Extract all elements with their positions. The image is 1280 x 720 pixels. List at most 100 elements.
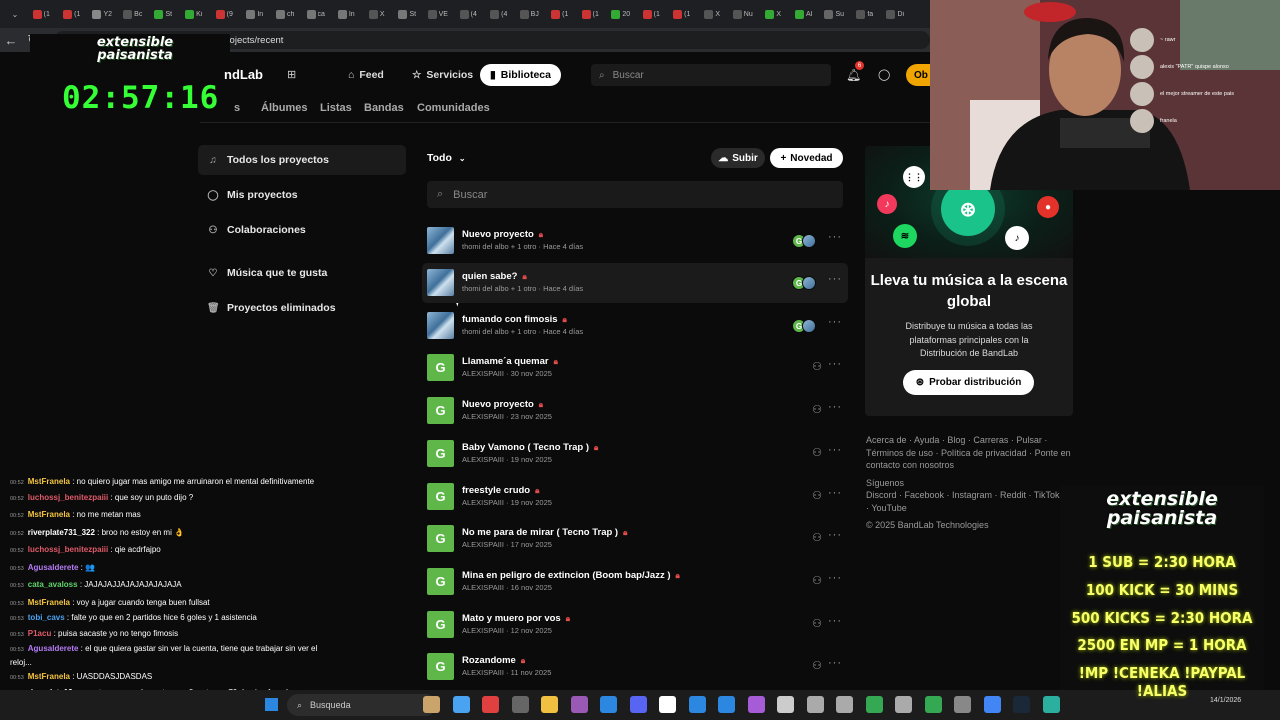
project-row[interactable]: fumando con fimosis 🔒︎ thomi del albo + 1 … xyxy=(422,306,848,346)
collaborate-icon[interactable]: ⚇ xyxy=(812,403,822,416)
windows-start-icon[interactable] xyxy=(264,697,279,712)
collaborator-avatars[interactable]: G xyxy=(792,234,816,248)
taskbar-app-icon[interactable] xyxy=(895,696,912,713)
taskbar-app-icon[interactable] xyxy=(659,696,676,713)
taskbar-app-icon[interactable] xyxy=(629,696,647,713)
project-title[interactable]: Mina en peligro de extincion (Boom bap/J… xyxy=(462,570,680,581)
project-row[interactable]: Nuevo proyecto 🔒︎ thomi del albo + 1 otro … xyxy=(422,221,848,261)
collaborate-icon[interactable]: ⚇ xyxy=(812,574,822,587)
browser-tab[interactable]: St xyxy=(148,4,179,24)
upload-button[interactable]: ☁ Subir xyxy=(711,148,765,168)
more-options-icon[interactable]: ··· xyxy=(828,657,842,669)
browser-tab[interactable]: Y2 xyxy=(87,4,118,24)
sidebar-item[interactable]: ♡ Música que te gusta xyxy=(198,258,406,288)
browser-tab[interactable]: Di xyxy=(880,4,911,24)
taskbar-app-icon[interactable] xyxy=(1042,696,1060,713)
nav-feed[interactable]: ⌂ Feed xyxy=(338,64,394,86)
project-title[interactable]: Llamame´a quemar 🔒︎ xyxy=(462,356,558,367)
sidebar-item[interactable]: 🗑︎ Proyectos eliminados xyxy=(198,293,406,323)
subnav-tab[interactable]: Álbumes xyxy=(261,102,307,114)
taskbar-app-icon[interactable] xyxy=(924,696,942,713)
more-options-icon[interactable]: ··· xyxy=(828,615,842,627)
browser-tab[interactable]: (1 xyxy=(26,4,57,24)
browser-tab[interactable]: (1 xyxy=(57,4,88,24)
project-title[interactable]: Nuevo proyecto 🔒︎ xyxy=(462,399,543,410)
collaborator-avatars[interactable]: G xyxy=(792,319,816,333)
browser-tab[interactable]: (4 xyxy=(453,4,484,24)
browser-tab[interactable]: 20 xyxy=(606,4,637,24)
footer-social-links[interactable]: Discord · Facebook · Instagram · Reddit … xyxy=(866,489,1076,514)
project-row[interactable]: Gfreestyle crudo 🔒︎ ALEXISPAIII · 19 nov 2… xyxy=(422,477,848,517)
more-options-icon[interactable]: ··· xyxy=(828,444,842,456)
browser-tab[interactable]: ca xyxy=(301,4,332,24)
taskbar-app-icon[interactable] xyxy=(482,696,499,713)
subnav-tab[interactable]: Bandas xyxy=(364,102,404,114)
subnav-tab[interactable]: Comunidades xyxy=(417,102,490,114)
project-row[interactable]: quien sabe? 🔒︎ thomi del albo + 1 otro · H… xyxy=(422,263,848,303)
browser-tab[interactable]: (9 xyxy=(209,4,240,24)
project-row[interactable]: G Mina en peligro de extincion (Boom bap/… xyxy=(422,562,848,602)
taskbar-app-icon[interactable] xyxy=(777,696,794,713)
taskbar-app-icon[interactable] xyxy=(600,696,617,713)
browser-tab[interactable]: In xyxy=(240,4,271,24)
project-title[interactable]: Mato y muero por vos 🔒︎ xyxy=(462,613,570,624)
project-title[interactable]: Baby Vamono ( Tecno Trap ) 🔒︎ xyxy=(462,442,598,453)
browser-tab[interactable]: Su xyxy=(819,4,850,24)
project-title[interactable]: No me para de mirar ( Tecno Trap ) 🔒︎ xyxy=(462,527,627,538)
project-row[interactable]: G No me para de mirar ( Tecno Trap ) 🔒︎ ALE… xyxy=(422,519,848,559)
collaborate-icon[interactable]: ⚇ xyxy=(812,617,822,630)
browser-tab[interactable]: (4 xyxy=(484,4,515,24)
browser-tab[interactable]: St xyxy=(392,4,423,24)
browser-tab[interactable]: VE xyxy=(423,4,454,24)
project-title[interactable]: Nuevo proyecto 🔒︎ xyxy=(462,229,543,240)
project-row[interactable]: G Rozandome 🔒︎ ALEXISPAIII · 11 nov 2025 ⚇ ··… xyxy=(422,647,848,687)
taskbar-app-icon[interactable] xyxy=(688,696,706,713)
nav-library[interactable]: ▮ Biblioteca xyxy=(480,64,561,86)
taskbar-app-icon[interactable] xyxy=(747,696,765,713)
try-distribution-button[interactable]: ⊛ Probar distribución xyxy=(903,370,1034,395)
nav-services[interactable]: ☆ Servicios xyxy=(402,64,483,86)
browser-tab[interactable]: BJ xyxy=(514,4,545,24)
sidebar-item[interactable]: ♫ Todos los proyectos xyxy=(198,145,406,175)
browser-tab[interactable]: fa xyxy=(850,4,881,24)
message-icon[interactable]: ◯ xyxy=(878,68,890,81)
collaborate-icon[interactable]: ⚇ xyxy=(812,531,822,544)
more-options-icon[interactable]: ··· xyxy=(828,358,842,370)
collaborate-icon[interactable]: ⚇ xyxy=(812,446,822,459)
tab-list-button[interactable]: ⌄ xyxy=(4,4,26,24)
taskbar-app-icon[interactable] xyxy=(865,696,883,713)
browser-tab[interactable]: Nu xyxy=(728,4,759,24)
project-title[interactable]: quien sabe? 🔒︎ xyxy=(462,271,527,282)
apps-grid-icon[interactable]: ⊞ xyxy=(287,68,296,81)
more-options-icon[interactable]: ··· xyxy=(828,316,842,328)
project-row[interactable]: G Baby Vamono ( Tecno Trap ) 🔒︎ ALEXISPAIII… xyxy=(422,434,848,474)
browser-tab[interactable]: Ki xyxy=(179,4,210,24)
sidebar-item[interactable]: ⚇ Colaboraciones xyxy=(198,215,406,245)
taskbar-app-icon[interactable] xyxy=(836,696,853,713)
bell-icon[interactable]: 🔔︎ xyxy=(846,68,861,82)
collaborate-icon[interactable]: ⚇ xyxy=(812,360,822,373)
new-project-button[interactable]: + Novedad xyxy=(770,148,843,168)
collaborator-avatars[interactable]: G xyxy=(792,276,816,290)
browser-tab[interactable]: (1 xyxy=(545,4,576,24)
more-options-icon[interactable]: ··· xyxy=(828,273,842,285)
more-options-icon[interactable]: ··· xyxy=(828,231,842,243)
taskbar-app-icon[interactable] xyxy=(954,696,971,713)
taskbar-app-icon[interactable] xyxy=(541,696,558,713)
browser-tab[interactable]: Bc xyxy=(118,4,149,24)
subnav-tab[interactable]: Listas xyxy=(320,102,352,114)
more-options-icon[interactable]: ··· xyxy=(828,401,842,413)
taskbar-app-icon[interactable] xyxy=(806,696,824,713)
browser-tab[interactable]: (1 xyxy=(667,4,698,24)
browser-tab[interactable]: AI xyxy=(789,4,820,24)
browser-tab[interactable]: In xyxy=(331,4,362,24)
project-title[interactable]: Rozandome 🔒︎ xyxy=(462,655,525,666)
collaborate-icon[interactable]: ⚇ xyxy=(812,659,822,672)
project-search-input[interactable]: ⌕ Buscar xyxy=(427,181,843,208)
footer-links[interactable]: Acerca de · Ayuda · Blog · Carreras · Pu… xyxy=(866,434,1076,472)
taskbar-app-icon[interactable] xyxy=(570,696,588,713)
subnav-tab[interactable]: s xyxy=(234,102,240,114)
taskbar-app-icon[interactable] xyxy=(1013,696,1030,713)
browser-tab[interactable]: X xyxy=(362,4,393,24)
browser-tab[interactable]: (1 xyxy=(575,4,606,24)
